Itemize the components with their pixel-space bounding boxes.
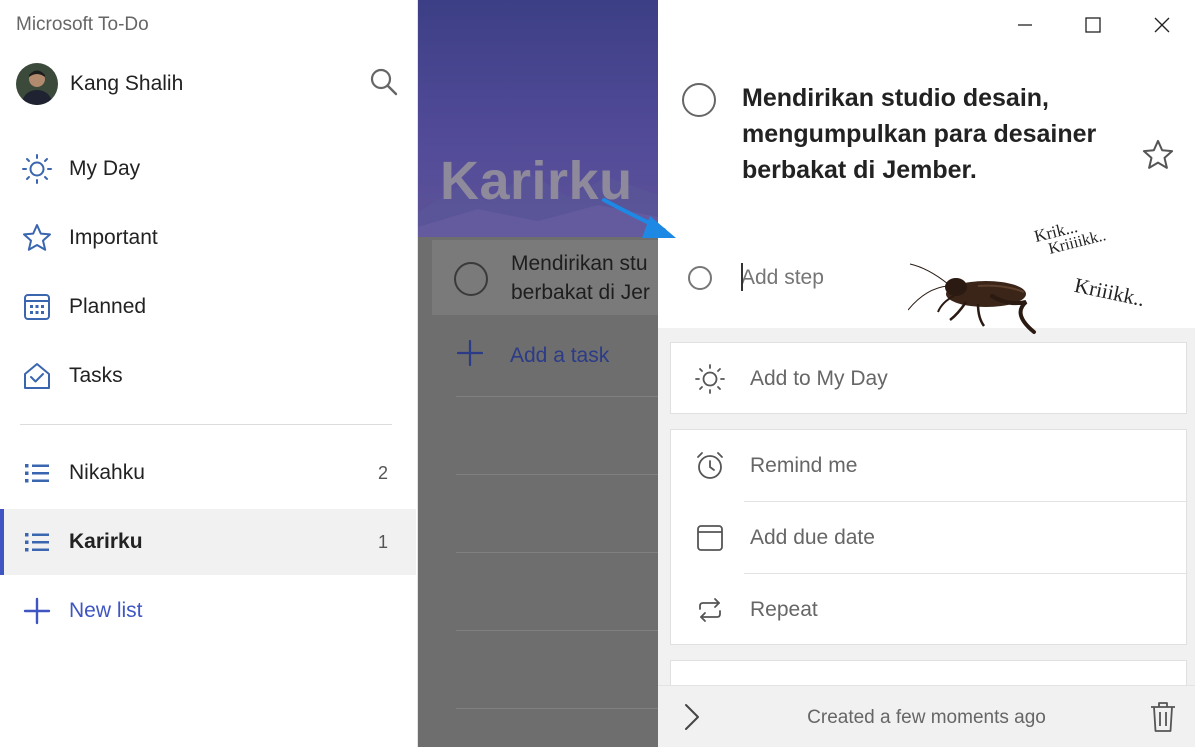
sun-icon	[20, 152, 54, 186]
sidebar-divider	[20, 424, 392, 425]
plus-icon	[20, 594, 54, 628]
add-due-date-label: Add due date	[750, 526, 875, 549]
calendar-icon	[693, 521, 727, 555]
detail-footer: Created a few moments ago	[658, 685, 1195, 747]
text-caret	[741, 263, 743, 291]
sidebar-list-nikahku[interactable]: Nikahku 2	[0, 440, 416, 506]
cricket-illustration	[908, 263, 1036, 334]
trash-icon	[1151, 702, 1175, 732]
add-task-button[interactable]: Add a task	[454, 339, 610, 372]
list-separator	[456, 474, 658, 475]
delete-task-button[interactable]	[1148, 700, 1180, 734]
list-separator	[456, 396, 658, 397]
list-icon	[20, 525, 54, 559]
list-icon	[20, 456, 54, 490]
task-text-line: Mendirikan stu	[511, 252, 648, 275]
repeat-button[interactable]: Repeat	[671, 574, 1188, 646]
maximize-icon	[1085, 17, 1101, 33]
task-text-line: berbakat di Jer	[511, 281, 650, 304]
sidebar-item-label: Planned	[69, 295, 147, 318]
maximize-button[interactable]	[1076, 8, 1110, 42]
star-icon	[1142, 139, 1174, 169]
list-count-badge: 1	[377, 531, 388, 552]
sun-icon	[693, 362, 727, 396]
list-separator	[456, 708, 658, 709]
close-button[interactable]	[1145, 8, 1179, 42]
created-timestamp: Created a few moments ago	[807, 707, 1046, 728]
calendar-icon	[20, 290, 54, 324]
close-icon	[1154, 17, 1170, 33]
search-icon	[370, 68, 398, 96]
sidebar-item-label: My Day	[69, 157, 141, 180]
add-step-input[interactable]	[741, 261, 891, 295]
task-list-panel: Karirku Mendirikan stu berbakat di Jer A…	[418, 0, 658, 747]
add-due-date-button[interactable]: Add due date	[671, 502, 1188, 574]
user-name: Kang Shalih	[70, 72, 184, 95]
alarm-clock-icon	[693, 449, 727, 483]
sidebar-item-planned[interactable]: Planned	[0, 274, 416, 340]
new-list-label: New list	[69, 599, 143, 622]
task-checkbox[interactable]	[454, 262, 488, 296]
list-separator	[456, 552, 658, 553]
add-to-my-day-label: Add to My Day	[750, 367, 888, 390]
task-detail-panel: Mendirikan studio desain, mengumpulkan p…	[658, 0, 1195, 747]
search-button[interactable]	[368, 66, 400, 98]
sidebar: Microsoft To-Do Kang Shalih My Day Impor…	[0, 0, 418, 747]
pointer-arrow-icon	[602, 198, 676, 238]
sidebar-list-karirku[interactable]: Karirku 1	[0, 509, 416, 575]
app-title: Microsoft To-Do	[16, 14, 149, 35]
home-check-icon	[20, 359, 54, 393]
sidebar-list-label: Nikahku	[69, 461, 145, 484]
remind-me-button[interactable]: Remind me	[671, 430, 1188, 502]
step-checkbox[interactable]	[688, 266, 712, 290]
task-item[interactable]: Mendirikan stu berbakat di Jer	[432, 240, 658, 315]
my-day-card: Add to My Day	[670, 342, 1187, 414]
sidebar-item-important[interactable]: Important	[0, 205, 416, 271]
important-star-button[interactable]	[1140, 137, 1176, 173]
sidebar-item-label: Important	[69, 226, 158, 249]
repeat-icon	[693, 593, 727, 627]
user-profile[interactable]: Kang Shalih	[16, 62, 400, 106]
sidebar-item-my-day[interactable]: My Day	[0, 136, 416, 202]
minimize-icon	[1018, 24, 1032, 26]
task-complete-checkbox[interactable]	[682, 83, 716, 117]
list-separator	[456, 630, 658, 631]
add-to-my-day-button[interactable]: Add to My Day	[671, 343, 1188, 415]
task-title[interactable]: Mendirikan studio desain, mengumpulkan p…	[742, 80, 1102, 188]
task-text: Mendirikan stu berbakat di Jer	[511, 249, 658, 307]
sidebar-item-tasks[interactable]: Tasks	[0, 343, 416, 409]
repeat-label: Repeat	[750, 598, 818, 621]
scheduling-card: Remind me Add due date Repeat	[670, 429, 1188, 646]
remind-me-label: Remind me	[750, 454, 858, 477]
sidebar-list-label: Karirku	[69, 530, 143, 553]
avatar[interactable]	[16, 63, 58, 105]
minimize-button[interactable]	[1008, 8, 1042, 42]
new-list-button[interactable]: New list	[0, 578, 416, 644]
plus-icon	[454, 339, 486, 372]
star-icon	[20, 221, 54, 255]
list-count-badge: 2	[377, 462, 388, 483]
sidebar-item-label: Tasks	[69, 364, 123, 387]
add-task-label: Add a task	[510, 344, 610, 367]
